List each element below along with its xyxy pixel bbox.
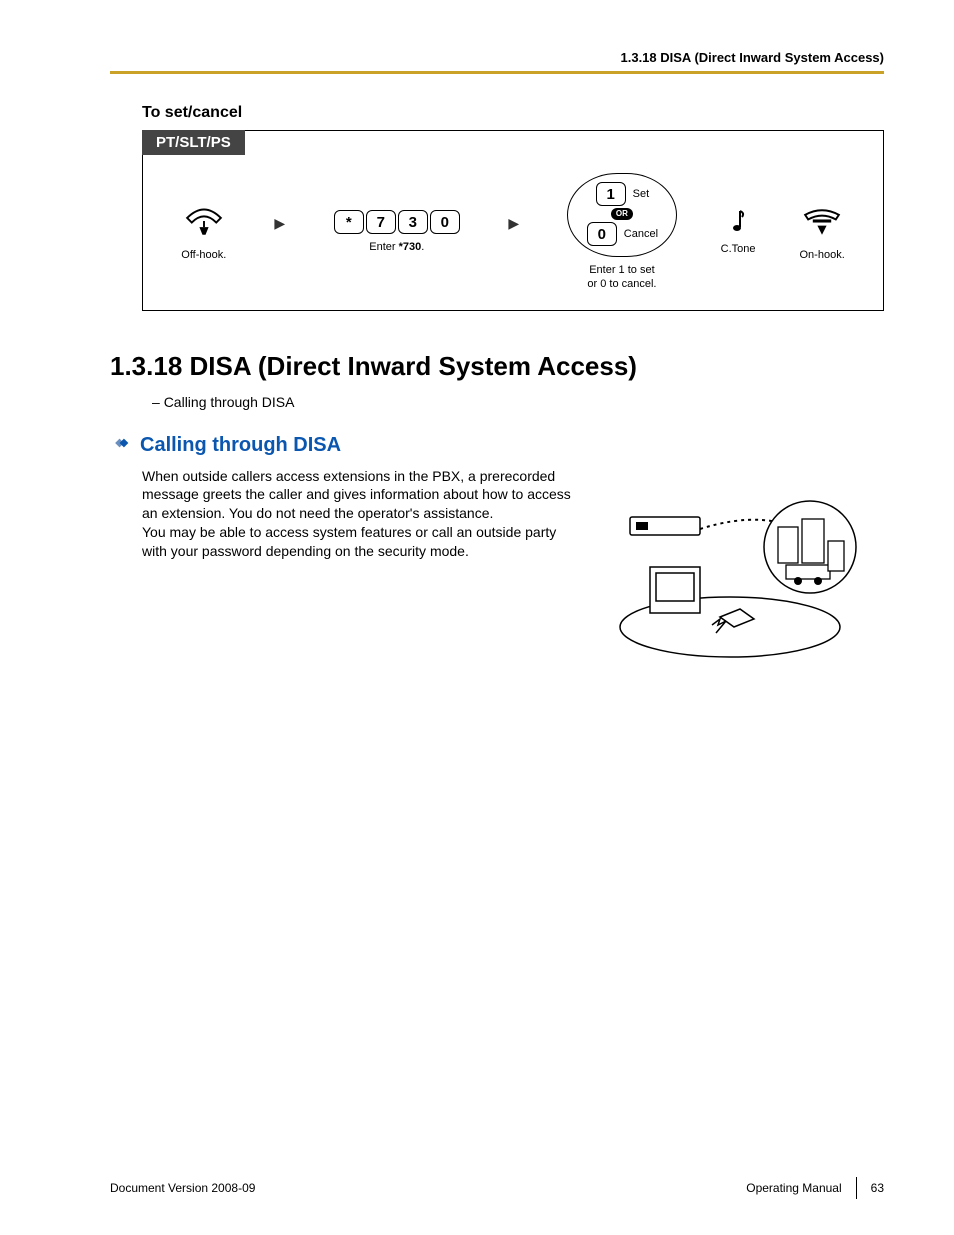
step-caption: Enter 1 to set or 0 to cancel. xyxy=(587,263,656,292)
key-1: 1 xyxy=(596,182,626,206)
step-onhook: On-hook. xyxy=(799,203,845,262)
step-offhook: Off-hook. xyxy=(181,203,227,262)
label-cancel: Cancel xyxy=(624,228,658,240)
step-caption: Off-hook. xyxy=(181,248,226,262)
step-choice: 1 Set OR 0 Cancel Enter 1 to set or 0 to… xyxy=(567,173,677,292)
or-pill: OR xyxy=(611,208,633,220)
music-note-icon xyxy=(730,209,746,236)
step-dial: * 7 3 0 Enter *730. xyxy=(333,210,461,254)
device-type-tab: PT/SLT/PS xyxy=(142,130,245,155)
onhook-icon xyxy=(799,203,845,242)
toc-item: Calling through DISA xyxy=(152,394,884,410)
footer-separator xyxy=(856,1177,857,1199)
key-0: 0 xyxy=(587,222,617,246)
doc-version: Document Version 2008-09 xyxy=(110,1181,255,1195)
arrow-icon: ▶ xyxy=(508,215,519,232)
manual-name: Operating Manual xyxy=(746,1181,841,1195)
procedure-box: PT/SLT/PS Off-hook. ▶ * 7 3 xyxy=(142,130,884,311)
choice-bubble: 1 Set OR 0 Cancel xyxy=(567,173,677,257)
step-ctone: C.Tone xyxy=(721,209,756,256)
section-heading: 1.3.18 DISA (Direct Inward System Access… xyxy=(110,351,884,382)
step-caption: Enter *730. xyxy=(369,240,424,254)
header-rule xyxy=(110,71,884,74)
running-head: 1.3.18 DISA (Direct Inward System Access… xyxy=(110,50,884,71)
step-caption: C.Tone xyxy=(721,242,756,256)
arrow-icon: ▶ xyxy=(274,215,285,232)
diamond-bullet-icon xyxy=(110,436,132,455)
key-3: 3 xyxy=(398,210,428,234)
key-0: 0 xyxy=(430,210,460,234)
procedure-steps: Off-hook. ▶ * 7 3 0 Enter *730. ▶ 1 xyxy=(143,155,883,296)
page-number: 63 xyxy=(871,1181,884,1195)
offhook-icon xyxy=(181,203,227,242)
subsection-heading: Calling through DISA xyxy=(140,434,341,457)
paragraph: When outside callers access extensions i… xyxy=(142,467,582,524)
label-set: Set xyxy=(633,188,650,200)
key-7: 7 xyxy=(366,210,396,234)
key-star: * xyxy=(334,210,364,234)
disa-illustration xyxy=(600,467,860,682)
page-footer: Document Version 2008-09 Operating Manua… xyxy=(110,1177,884,1199)
paragraph: You may be able to access system feature… xyxy=(142,523,582,561)
dial-keys: * 7 3 0 xyxy=(333,210,461,234)
to-set-cancel-heading: To set/cancel xyxy=(142,104,884,122)
step-caption: On-hook. xyxy=(800,248,845,262)
